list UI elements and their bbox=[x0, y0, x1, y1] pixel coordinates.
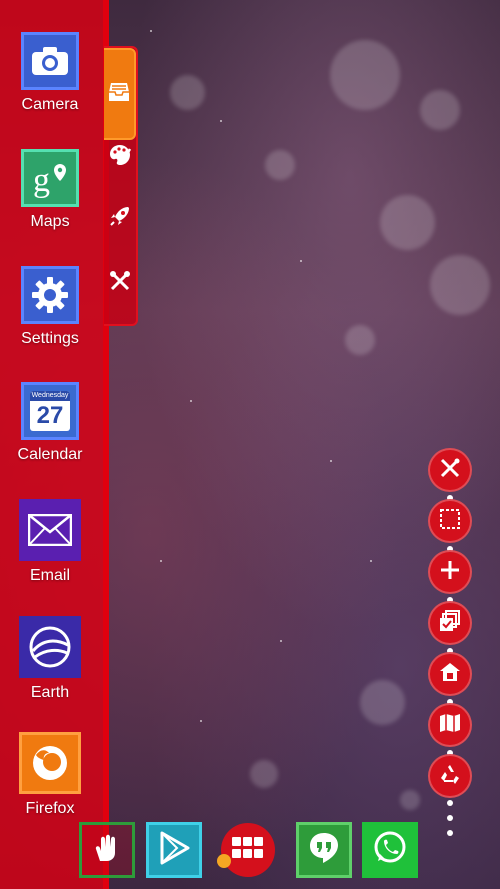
dock-app-play-store[interactable] bbox=[146, 822, 202, 878]
app-label: Maps bbox=[30, 213, 70, 230]
app-label: Calendar bbox=[17, 446, 83, 463]
tab-tools[interactable] bbox=[104, 253, 136, 313]
whatsapp-icon bbox=[372, 830, 408, 871]
grid-icon bbox=[232, 836, 264, 864]
calendar-weekday: Wednesday bbox=[30, 391, 70, 401]
app-firefox[interactable]: Firefox bbox=[0, 732, 100, 818]
multi-select-icon bbox=[439, 609, 461, 637]
toolbar-select-button[interactable] bbox=[428, 499, 472, 543]
dock-app-whatsapp[interactable] bbox=[362, 822, 418, 878]
toolbar-recycle-button[interactable] bbox=[428, 754, 472, 798]
calendar-day: 27 bbox=[36, 402, 64, 429]
app-drawer-button[interactable] bbox=[221, 823, 275, 877]
app-label: Email bbox=[29, 567, 70, 584]
rocket-icon bbox=[108, 204, 132, 233]
app-camera[interactable]: Camera bbox=[0, 32, 100, 114]
app-settings[interactable]: Settings bbox=[0, 266, 100, 348]
toolbar-home-button[interactable] bbox=[428, 652, 472, 696]
recycle-icon bbox=[439, 763, 461, 790]
notification-dot bbox=[217, 854, 231, 868]
camera-icon bbox=[21, 32, 79, 90]
app-label: Settings bbox=[21, 330, 79, 347]
svg-text:g: g bbox=[33, 162, 50, 198]
app-calendar[interactable]: Wednesday 27 Calendar bbox=[0, 382, 100, 464]
home-icon bbox=[439, 661, 461, 688]
google-earth-icon bbox=[19, 616, 81, 678]
select-area-icon bbox=[439, 508, 461, 535]
toolbar-tools-button[interactable] bbox=[428, 448, 472, 492]
hangouts-icon bbox=[307, 831, 341, 870]
map-icon bbox=[439, 712, 461, 739]
envelope-icon bbox=[19, 499, 81, 561]
side-tab-strip bbox=[104, 46, 138, 326]
app-maps[interactable]: g Maps bbox=[0, 149, 100, 231]
google-maps-icon: g bbox=[21, 149, 79, 207]
hand-icon bbox=[92, 833, 122, 868]
toolbar-multiselect-button[interactable] bbox=[428, 601, 472, 645]
palette-icon bbox=[108, 143, 132, 172]
app-label: Firefox bbox=[25, 800, 75, 817]
tools-icon bbox=[439, 457, 461, 484]
play-store-icon bbox=[157, 831, 191, 870]
toolbar-map-button[interactable] bbox=[428, 703, 472, 747]
gear-icon bbox=[21, 266, 79, 324]
toolbar-add-button[interactable] bbox=[428, 550, 472, 594]
dock-app-hand[interactable] bbox=[79, 822, 135, 878]
firefox-icon bbox=[19, 732, 81, 794]
tab-inbox[interactable] bbox=[104, 48, 136, 140]
tools-icon bbox=[108, 269, 132, 298]
tab-palette[interactable] bbox=[104, 132, 136, 182]
app-email[interactable]: Email bbox=[0, 499, 100, 585]
tab-rocket[interactable] bbox=[104, 193, 136, 243]
inbox-tray-icon bbox=[108, 82, 130, 107]
app-earth[interactable]: Earth bbox=[0, 616, 100, 702]
app-label: Earth bbox=[30, 684, 70, 701]
dock-app-hangouts[interactable] bbox=[296, 822, 352, 878]
calendar-icon: Wednesday 27 bbox=[21, 382, 79, 440]
plus-icon bbox=[439, 559, 461, 586]
app-label: Camera bbox=[21, 96, 79, 113]
